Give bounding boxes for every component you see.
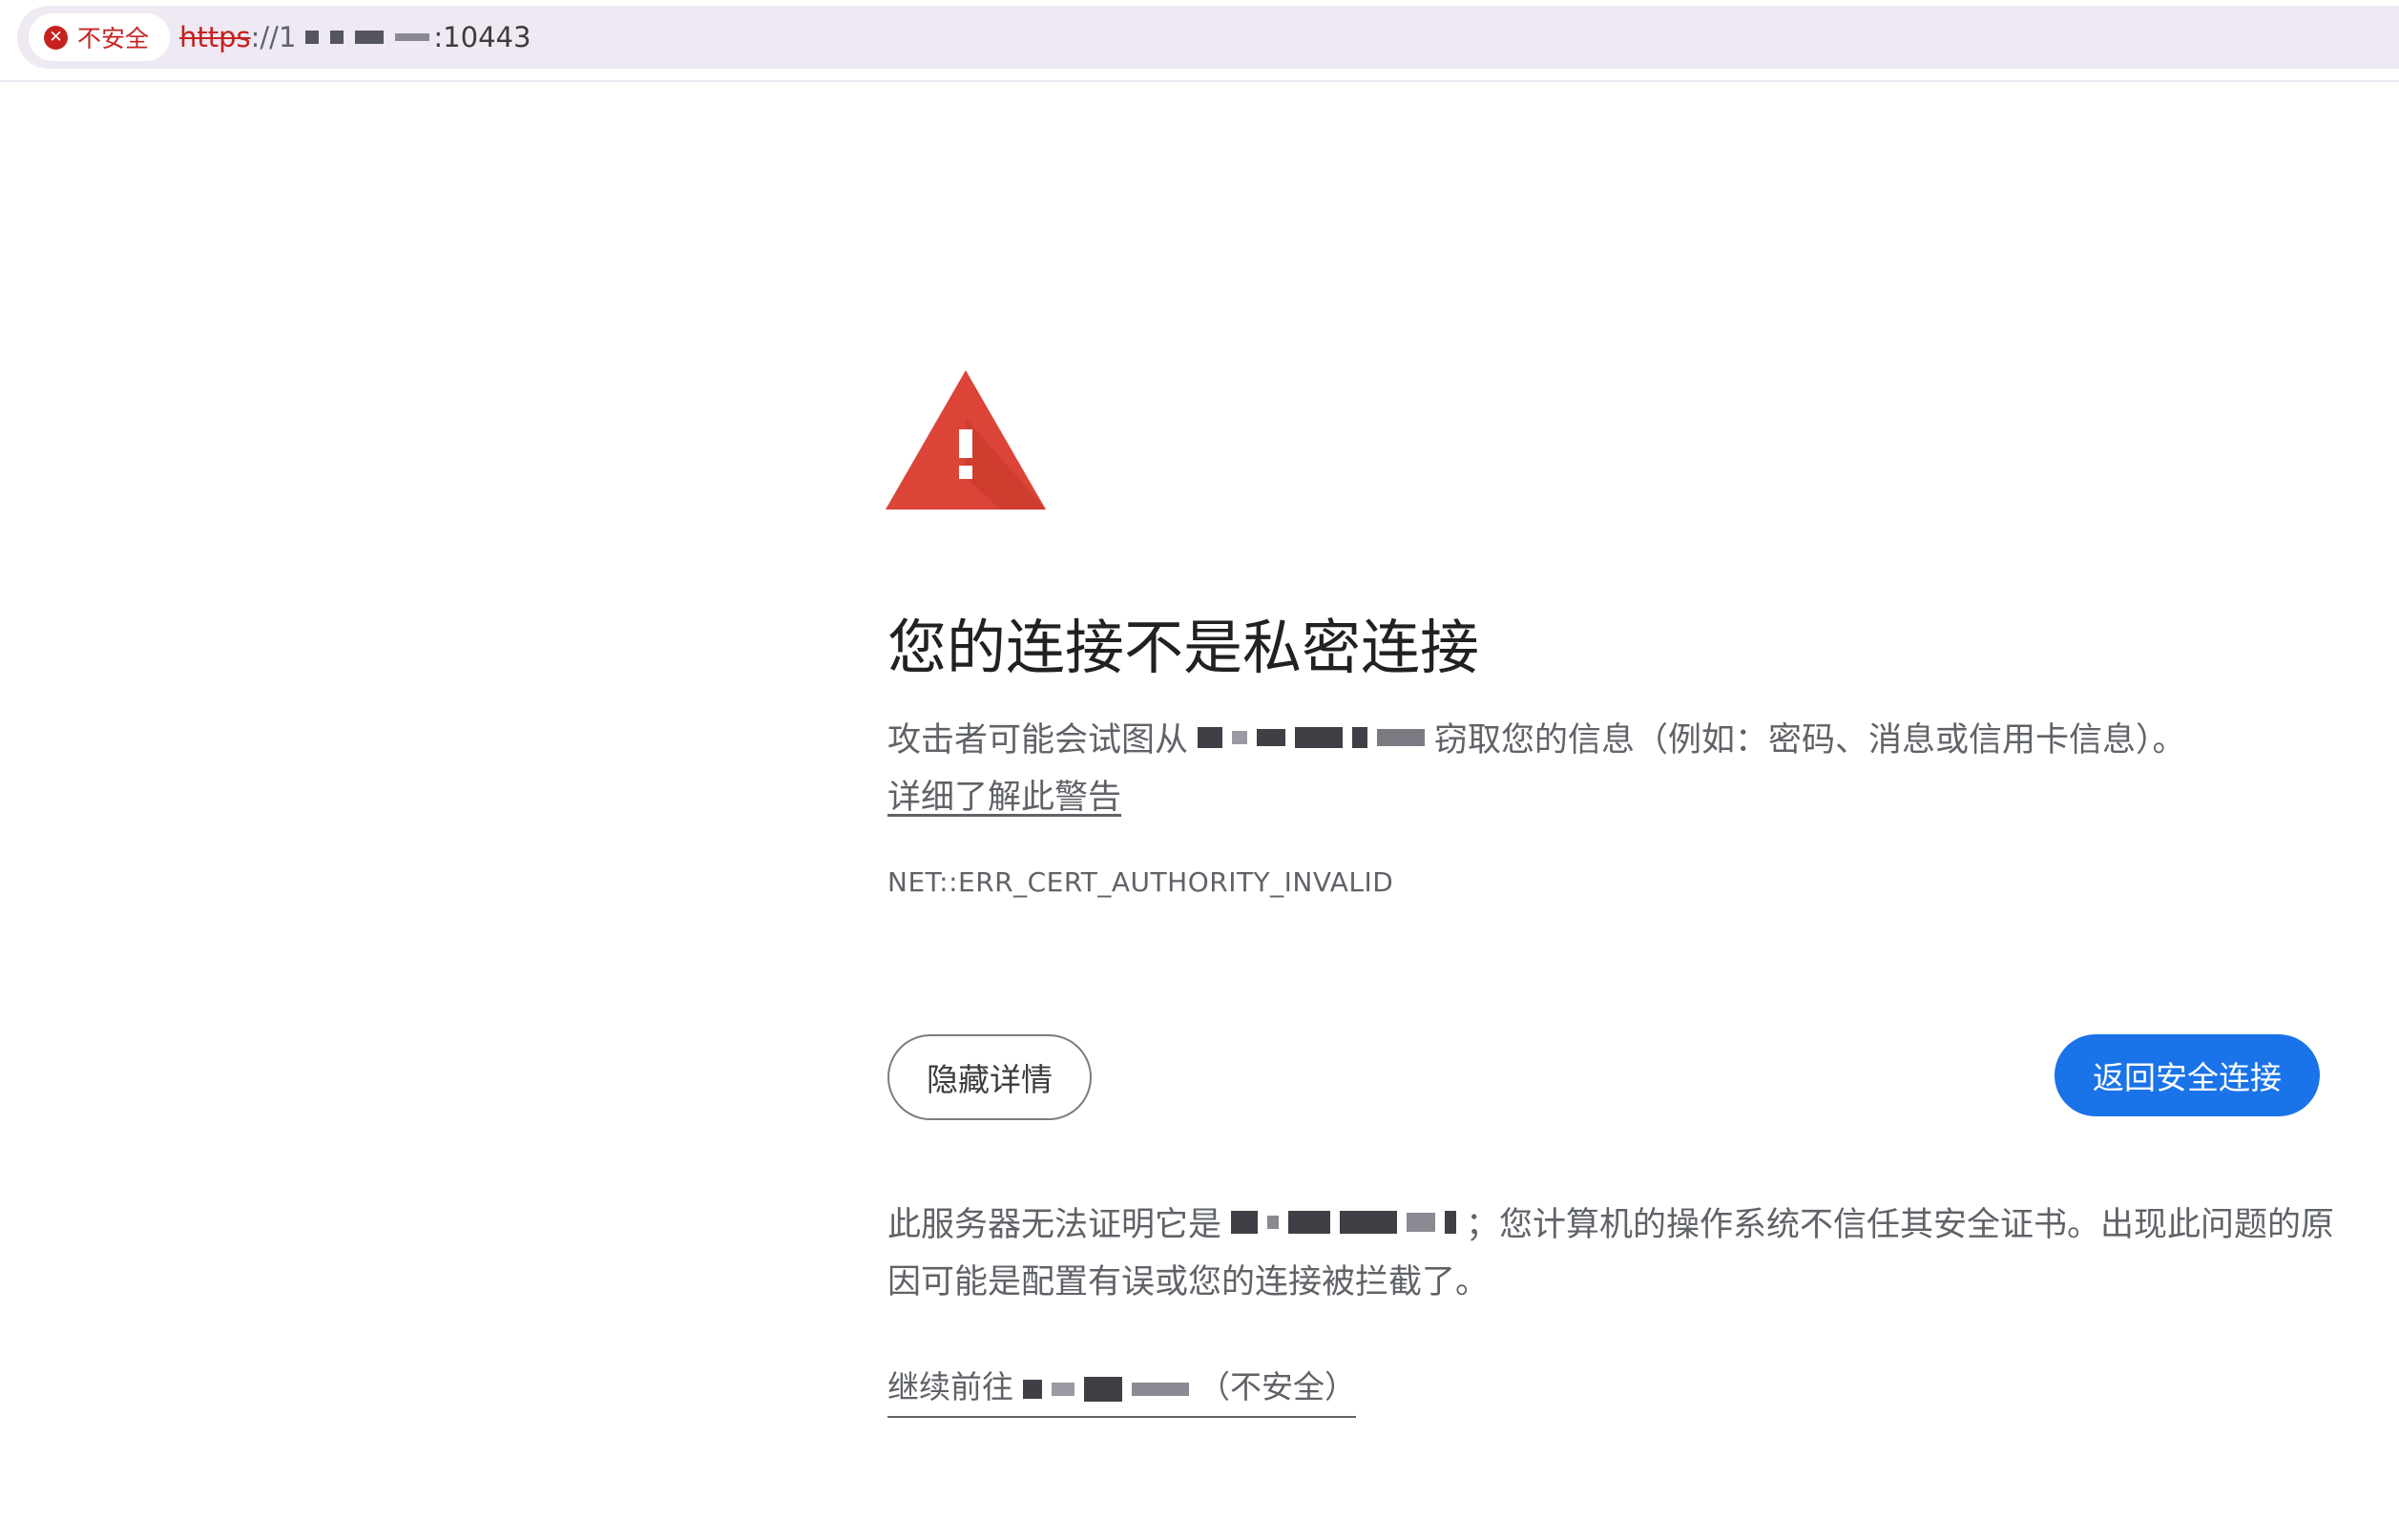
- redaction-block: [1023, 1380, 1042, 1399]
- redaction-block: [305, 31, 320, 44]
- browser-toolbar: ✕ 不安全 https://1 :10443: [0, 0, 2399, 82]
- attack-warning-text: 攻击者可能会试图从 窃取您的信息（例如：密码、消息或信用卡信息）。: [887, 712, 2357, 769]
- redaction-block: [1377, 729, 1426, 746]
- redaction-block: [395, 33, 430, 41]
- redacted-hostname: [305, 31, 430, 44]
- redaction-block: [1288, 1211, 1331, 1234]
- redaction-block: [355, 31, 385, 44]
- redaction-block: [1232, 731, 1248, 744]
- proceed-prefix: 继续前往: [887, 1368, 1013, 1405]
- redacted-hostname: [1198, 727, 1426, 748]
- page-title: 您的连接不是私密连接: [887, 613, 1480, 682]
- redaction-block: [1132, 1383, 1189, 1396]
- certificate-details-text: 此服务器无法证明它是 ；您计算机的操作系统不信任其安全证书。出现此问题的原因可能是…: [887, 1197, 2357, 1311]
- url-text[interactable]: https://1 :10443: [179, 6, 531, 69]
- redaction-block: [330, 31, 344, 44]
- redaction-block: [1257, 729, 1286, 746]
- redaction-block: [1445, 1211, 1457, 1234]
- redaction-block: [1198, 727, 1223, 748]
- url-separator: ://1: [250, 21, 297, 53]
- url-scheme: https: [179, 21, 251, 53]
- error-code: NET::ERR_CERT_AUTHORITY_INVALID: [887, 866, 1394, 898]
- redaction-block: [1084, 1377, 1122, 1402]
- attack-text-after: 窃取您的信息（例如：密码、消息或信用卡信息）。: [1434, 721, 2186, 760]
- redaction-block: [1407, 1213, 1436, 1232]
- warning-triangle-icon: [886, 370, 1046, 510]
- security-label: 不安全: [77, 25, 150, 52]
- attack-text-before: 攻击者可能会试图从: [887, 721, 1189, 760]
- proceed-unsafe-link[interactable]: 继续前往 （不安全）: [887, 1359, 1356, 1418]
- redaction-block: [1295, 727, 1344, 748]
- redaction-block: [1340, 1211, 1398, 1234]
- redaction-block: [1267, 1216, 1280, 1229]
- address-bar[interactable]: ✕ 不安全 https://1 :10443: [17, 6, 2399, 69]
- redaction-block: [1052, 1383, 1074, 1396]
- redacted-hostname: [1023, 1377, 1189, 1402]
- redaction-block: [1352, 727, 1368, 748]
- hide-details-button[interactable]: 隐藏详情: [887, 1034, 1092, 1120]
- details-text-before: 此服务器无法证明它是: [887, 1206, 1222, 1244]
- back-to-safety-button[interactable]: 返回安全连接: [2055, 1034, 2320, 1116]
- security-indicator-chip[interactable]: ✕ 不安全: [29, 13, 171, 61]
- learn-more-link[interactable]: 详细了解此警告: [887, 769, 1121, 826]
- url-port: :10443: [433, 21, 532, 53]
- proceed-suffix: （不安全）: [1199, 1368, 1356, 1405]
- redacted-hostname: [1231, 1211, 1457, 1234]
- close-circle-icon: ✕: [44, 25, 68, 50]
- redaction-block: [1231, 1211, 1259, 1234]
